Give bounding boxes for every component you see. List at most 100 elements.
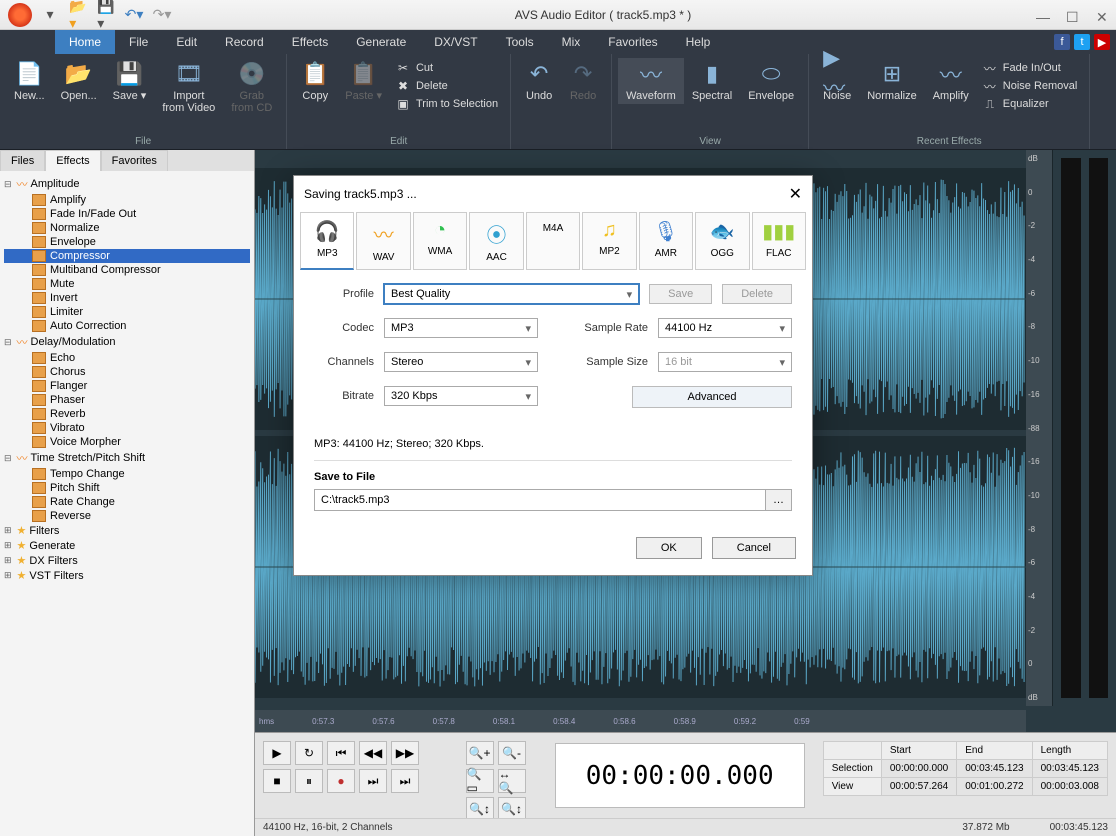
dialog-close-button[interactable]: ✕ [789,184,802,204]
ribbon-redo[interactable]: ↷Redo [561,58,605,104]
menu-dx/vst[interactable]: DX/VST [420,30,491,54]
ribbon-copy[interactable]: 📋Copy [293,58,337,104]
play-button[interactable]: ▶ [263,741,291,765]
format-tab-mp3[interactable]: 🎧MP3 [300,212,354,270]
tree-item-fade-in-fade-out[interactable]: Fade In/Fade Out [4,207,250,221]
menu-effects[interactable]: Effects [278,30,342,54]
menu-favorites[interactable]: Favorites [594,30,671,54]
profile-save-button[interactable]: Save [649,284,712,304]
sidetab-favorites[interactable]: Favorites [101,150,168,171]
tree-item-amplify[interactable]: Amplify [4,193,250,207]
ribbon-eq[interactable]: ⎍Equalizer [981,96,1080,112]
loop-button[interactable]: ↻ [295,741,323,765]
tree-item-envelope[interactable]: Envelope [4,235,250,249]
record-button[interactable]: ● [327,769,355,793]
ribbon-noise[interactable]: ▶〰Noise [815,58,859,104]
zoom-sel-button[interactable]: 🔍▭ [466,769,494,793]
tree-item-invert[interactable]: Invert [4,291,250,305]
rewind-button[interactable]: ◀◀ [359,741,387,765]
bitrate-select[interactable]: 320 Kbps [384,386,538,406]
format-tab-ogg[interactable]: 🐟OGG [695,212,749,270]
ribbon-cut[interactable]: ✂Cut [394,60,500,76]
tree-item-limiter[interactable]: Limiter [4,305,250,319]
menu-edit[interactable]: Edit [162,30,211,54]
samplerate-select[interactable]: 44100 Hz [658,318,792,338]
tree-item-rate-change[interactable]: Rate Change [4,495,250,509]
tree-item-normalize[interactable]: Normalize [4,221,250,235]
qat-undo-icon[interactable]: ↶▾ [126,7,142,23]
facebook-icon[interactable]: f [1054,34,1070,50]
skip-end2-button[interactable]: ⏭ [391,769,419,793]
ribbon-trim[interactable]: ▣Trim to Selection [394,96,500,112]
ribbon-grab[interactable]: 💿Grabfrom CD [223,58,280,116]
tree-item-multiband-compressor[interactable]: Multiband Compressor [4,263,250,277]
channels-select[interactable]: Stereo [384,352,538,372]
format-tab-aac[interactable]: ⦿AAC [469,212,523,270]
skip-end-button[interactable]: ⏭ [359,769,387,793]
ribbon-waveform[interactable]: 〰Waveform [618,58,684,104]
menu-file[interactable]: File [115,30,162,54]
menu-tools[interactable]: Tools [492,30,548,54]
tree-item-flanger[interactable]: Flanger [4,379,250,393]
qat-new-icon[interactable]: ▾ [42,7,58,23]
format-tab-amr[interactable]: 🎙AMR [639,212,693,270]
ribbon-paste[interactable]: 📋Paste ▾ [337,58,390,104]
tree-item-auto-correction[interactable]: Auto Correction [4,319,250,333]
sidetab-files[interactable]: Files [0,150,45,171]
tree-item-compressor[interactable]: Compressor [4,249,250,263]
format-tab-m4a[interactable]: M4A [526,212,580,270]
sidetab-effects[interactable]: Effects [45,150,100,171]
tree-group-generate[interactable]: ★ Generate [4,538,250,553]
qat-redo-icon[interactable]: ↷▾ [154,7,170,23]
browse-button[interactable]: … [765,490,791,510]
samplesize-select[interactable]: 16 bit [658,352,792,372]
menu-generate[interactable]: Generate [342,30,420,54]
format-tab-flac[interactable]: ▮▮▮FLAC [752,212,806,270]
advanced-button[interactable]: Advanced [632,386,792,408]
zoom-fit-button[interactable]: ↔🔍 [498,769,526,793]
menu-mix[interactable]: Mix [548,30,595,54]
cancel-button[interactable]: Cancel [712,537,796,559]
timeline-ruler[interactable]: hms0:57.30:57.60:57.80:58.10:58.40:58.60… [255,710,1026,732]
ribbon-amplify[interactable]: 〰Amplify [925,58,977,104]
tree-item-chorus[interactable]: Chorus [4,365,250,379]
qat-save-icon[interactable]: 💾▾ [98,7,114,23]
tree-group-amplitude[interactable]: 〰 Amplitude [4,175,250,193]
stop-button[interactable]: ■ [263,769,291,793]
ribbon-envelope[interactable]: ⬭Envelope [740,58,802,104]
save-path-input[interactable] [315,490,765,510]
ok-button[interactable]: OK [636,537,702,559]
codec-select[interactable]: MP3 [384,318,538,338]
tree-item-echo[interactable]: Echo [4,351,250,365]
tree-item-vibrato[interactable]: Vibrato [4,421,250,435]
tree-group-filters[interactable]: ★ Filters [4,523,250,538]
ribbon-import[interactable]: 🎞Importfrom Video [154,58,223,116]
effects-tree[interactable]: 〰 AmplitudeAmplifyFade In/Fade OutNormal… [0,171,254,836]
tree-group-vst-filters[interactable]: ★ VST Filters [4,568,250,583]
menu-home[interactable]: Home [55,30,115,54]
menu-record[interactable]: Record [211,30,278,54]
pause-button[interactable]: ⏸ [295,769,323,793]
tree-item-voice-morpher[interactable]: Voice Morpher [4,435,250,449]
ribbon-delete[interactable]: ✖Delete [394,78,500,94]
tree-item-reverse[interactable]: Reverse [4,509,250,523]
forward-button[interactable]: ▶▶ [391,741,419,765]
profile-delete-button[interactable]: Delete [722,284,792,304]
qat-open-icon[interactable]: 📂▾ [70,7,86,23]
tree-item-mute[interactable]: Mute [4,277,250,291]
skip-start-button[interactable]: ⏮ [327,741,355,765]
tree-item-tempo-change[interactable]: Tempo Change [4,467,250,481]
maximize-button[interactable]: ☐ [1066,9,1078,21]
twitter-icon[interactable]: t [1074,34,1090,50]
ribbon-undo[interactable]: ↶Undo [517,58,561,104]
menu-help[interactable]: Help [672,30,725,54]
tree-group-delay-modulation[interactable]: 〰 Delay/Modulation [4,333,250,351]
zoom-out-button[interactable]: 🔍- [498,741,526,765]
zoom-in-button[interactable]: 🔍+ [466,741,494,765]
minimize-button[interactable]: — [1036,9,1048,21]
format-tab-mp2[interactable]: ♫MP2 [582,212,636,270]
tree-item-pitch-shift[interactable]: Pitch Shift [4,481,250,495]
ribbon-spectral[interactable]: ▮Spectral [684,58,740,104]
format-tab-wma[interactable]: ◔WMA [413,212,467,270]
format-tab-wav[interactable]: 〰WAV [356,212,410,270]
